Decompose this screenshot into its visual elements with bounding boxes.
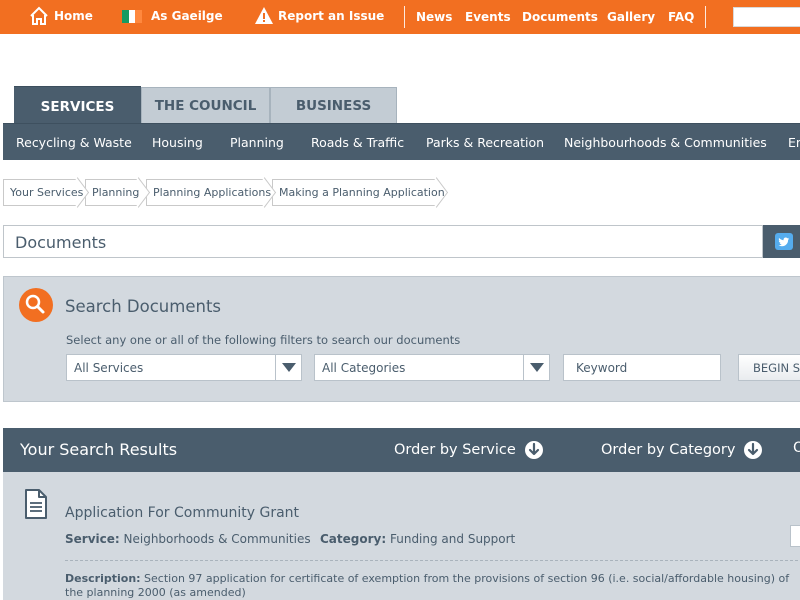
order-by-service-label: Order by Service [394,442,516,458]
service-value: Neighborhoods & Communities [123,532,311,546]
result-item: Application For Community Grant Service:… [3,472,800,600]
category-value: Funding and Support [389,532,516,546]
begin-search-label: BEGIN SEA [753,361,800,375]
gaeilge-link[interactable]: As Gaeilge [122,9,223,23]
tweet-button[interactable] [763,225,800,258]
site-search-input[interactable] [733,7,800,27]
breadcrumb-item[interactable]: Planning [85,179,140,206]
services-subnav: Recycling & Waste Housing Planning Roads… [3,123,800,160]
service-select[interactable]: All Services [66,354,302,381]
order-by-category-label: Order by Category [601,442,736,458]
home-label: Home [54,9,93,23]
results-title: Your Search Results [20,440,178,459]
page: Home As Gaeilge Report an Issue News Eve… [0,0,800,600]
breadcrumb-label: Making a Planning Application [279,186,445,199]
begin-search-button[interactable]: BEGIN SEA [738,354,800,381]
breadcrumb-item[interactable]: Your Services [3,179,83,206]
breadcrumb-label: Planning [92,186,140,199]
home-link[interactable]: Home [28,5,93,27]
search-documents-panel: Search Documents Select any one or all o… [3,276,800,402]
events-link[interactable]: Events [465,10,511,24]
results-header: Your Search Results Order by Service Ord… [3,428,800,472]
search-title: Search Documents [65,297,222,316]
tab-the-council[interactable]: THE COUNCIL [141,87,270,124]
irish-flag-icon [122,9,143,23]
category-select[interactable]: All Categories [314,354,550,381]
divider [705,6,706,28]
result-description: Description: Section 97 application for … [65,572,800,600]
top-bar: Home As Gaeilge Report an Issue News Eve… [0,0,800,34]
subnav-parks[interactable]: Parks & Recreation [426,135,544,150]
service-label: Service: [65,532,120,546]
breadcrumb-label: Your Services [10,186,84,199]
faq-link[interactable]: FAQ [668,10,694,24]
warning-icon [255,7,273,24]
report-label: Report an Issue [278,9,385,23]
expand-button[interactable] [790,525,800,547]
result-category: Category: Funding and Support [320,532,515,546]
order-by-more-button[interactable]: O [793,440,800,456]
order-by-category-button[interactable]: Order by Category [601,440,763,460]
download-arrow-icon [743,440,763,460]
documents-title-bar: Documents [3,225,763,258]
divider [65,560,800,561]
description-label: Description: [65,572,141,585]
subnav-more[interactable]: En [788,135,800,150]
keyword-input[interactable]: Keyword [563,354,721,381]
document-icon [24,489,48,523]
home-icon [30,6,48,25]
breadcrumb-item[interactable]: Making a Planning Application [272,179,445,206]
download-arrow-icon [524,440,544,460]
tab-business[interactable]: BUSINESS [270,87,397,124]
breadcrumb-item[interactable]: Planning Applications [146,179,271,206]
service-select-value: All Services [74,361,144,375]
documents-link[interactable]: Documents [522,10,598,24]
twitter-icon [775,233,793,250]
chevron-down-icon [523,355,549,380]
subnav-recycling[interactable]: Recycling & Waste [16,135,132,150]
breadcrumb-label: Planning Applications [153,186,272,199]
subnav-neighbourhoods[interactable]: Neighbourhoods & Communities [564,135,767,150]
category-select-value: All Categories [322,361,406,375]
keyword-placeholder: Keyword [576,361,628,375]
news-link[interactable]: News [416,10,452,24]
order-by-service-button[interactable]: Order by Service [394,440,544,460]
page-title: Documents [15,233,107,252]
result-title-link[interactable]: Application For Community Grant [65,505,299,521]
report-issue-link[interactable]: Report an Issue [254,5,384,27]
category-label: Category: [320,532,387,546]
description-value: Section 97 application for certificate o… [65,572,790,599]
subnav-planning[interactable]: Planning [230,135,284,150]
chevron-down-icon [275,355,301,380]
result-service: Service: Neighborhoods & Communities [65,532,311,546]
subnav-roads[interactable]: Roads & Traffic [311,135,404,150]
search-icon [19,288,53,322]
divider [404,6,405,28]
gaeilge-label: As Gaeilge [151,9,223,23]
gallery-link[interactable]: Gallery [607,10,655,24]
search-instructions: Select any one or all of the following f… [66,333,461,347]
subnav-housing[interactable]: Housing [152,135,203,150]
tab-services[interactable]: SERVICES [14,86,141,123]
